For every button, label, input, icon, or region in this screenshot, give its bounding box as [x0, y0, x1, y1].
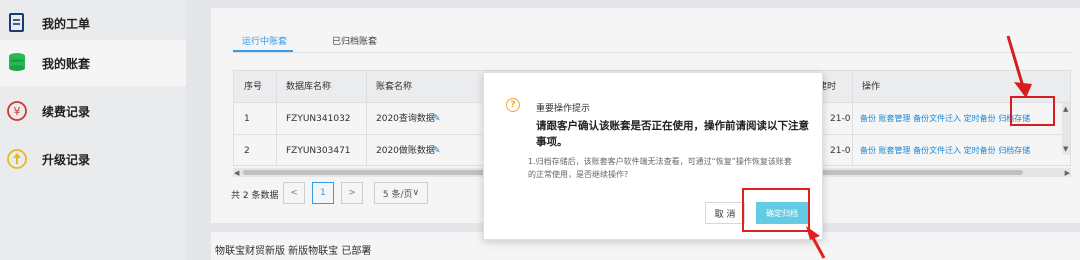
dialog-title: 重要操作提示 [536, 104, 591, 114]
pointer-arrow-icon [806, 226, 826, 259]
dialog-message: 请跟客户确认该账套是否正在使用，操作前请阅读以下注意事项。 [536, 120, 809, 148]
warning-icon: ? [506, 98, 520, 112]
dialog-note: 1.归档存储后，该账套客户软件端无法查看，可通过“恢复”操作恢复该账套的正常使用… [528, 157, 792, 179]
cancel-button[interactable]: 取 消 [705, 202, 745, 224]
